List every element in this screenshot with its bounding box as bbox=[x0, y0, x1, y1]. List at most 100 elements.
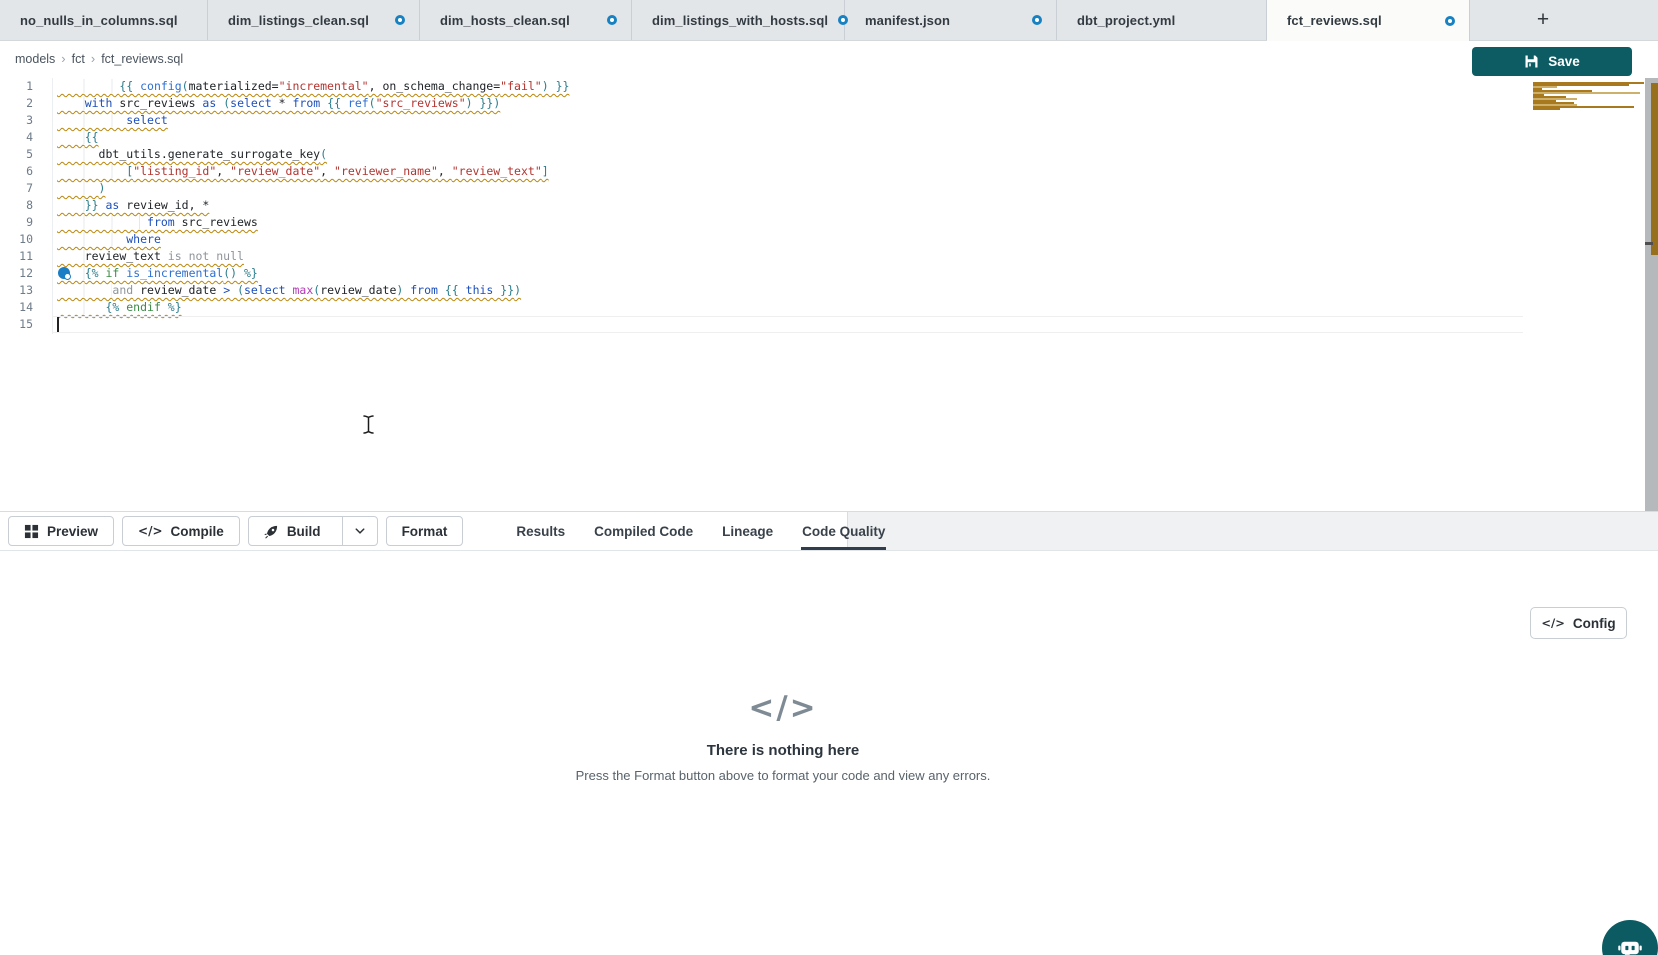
indent-whitespace bbox=[57, 215, 147, 229]
code-editor[interactable]: 1 {{ config(materialized="incremental", … bbox=[0, 78, 1658, 511]
compile-button-label: Compile bbox=[171, 524, 224, 539]
file-tab[interactable]: dim_listings_clean.sql bbox=[208, 0, 420, 40]
code-line-content: ) bbox=[57, 180, 105, 197]
code-token: }} bbox=[85, 198, 106, 212]
code-token: from bbox=[147, 215, 175, 229]
code-line-content: where bbox=[57, 231, 161, 248]
code-token: as bbox=[202, 96, 216, 110]
tab-lineage[interactable]: Lineage bbox=[721, 512, 774, 550]
preview-button[interactable]: Preview bbox=[8, 516, 114, 546]
file-tab-label: no_nulls_in_columns.sql bbox=[20, 13, 178, 28]
minimap[interactable] bbox=[1533, 82, 1645, 112]
code-token: ( bbox=[182, 79, 189, 93]
config-button[interactable]: </> Config bbox=[1530, 607, 1627, 639]
line-number: 9 bbox=[0, 214, 52, 231]
code-line: 2 with src_reviews as (select * from {{ … bbox=[0, 95, 1658, 112]
code-token: review_date bbox=[133, 283, 223, 297]
code-token: %} bbox=[161, 300, 182, 314]
line-number: 12 bbox=[0, 265, 52, 282]
code-line-content: {% endif %} bbox=[57, 299, 182, 316]
active-line-highlight bbox=[52, 316, 1523, 333]
file-tab[interactable]: dim_hosts_clean.sql bbox=[420, 0, 632, 40]
tab-compiled-code[interactable]: Compiled Code bbox=[593, 512, 694, 550]
build-button-label: Build bbox=[287, 524, 321, 539]
code-token: src_reviews bbox=[112, 96, 202, 110]
code-lines: 1 {{ config(materialized="incremental", … bbox=[0, 78, 1658, 333]
line-number: 6 bbox=[0, 163, 52, 180]
code-token: {{ bbox=[119, 79, 140, 93]
build-button-dropdown[interactable] bbox=[342, 517, 377, 545]
code-brackets-icon: </> bbox=[0, 690, 1566, 726]
line-number: 7 bbox=[0, 180, 52, 197]
code-token: review_text bbox=[85, 249, 168, 263]
code-token: is not null bbox=[168, 249, 244, 263]
code-token: ) bbox=[493, 96, 500, 110]
code-token: materialized= bbox=[189, 79, 279, 93]
line-number: 4 bbox=[0, 129, 52, 146]
scrollbar-thumb-edge bbox=[1645, 242, 1653, 245]
code-token: "src_reviews" bbox=[376, 96, 466, 110]
code-token: from bbox=[292, 96, 320, 110]
code-token: review_date bbox=[320, 283, 396, 297]
code-token: this bbox=[466, 283, 494, 297]
file-tab[interactable]: manifest.json bbox=[845, 0, 1057, 40]
code-token: "review_text" bbox=[452, 164, 542, 178]
build-button-main[interactable]: Build bbox=[249, 517, 334, 545]
code-token: if bbox=[105, 266, 119, 280]
code-line: 13 and review_date > (select max(review_… bbox=[0, 282, 1658, 299]
editor-scrollbar[interactable] bbox=[1645, 78, 1658, 511]
file-tab-label: dim_listings_clean.sql bbox=[228, 13, 369, 28]
code-token: dbt_utils.generate_surrogate_key bbox=[99, 147, 321, 161]
unsaved-changes-indicator bbox=[1445, 16, 1455, 26]
breadcrumb-segment[interactable]: fct bbox=[72, 52, 85, 66]
code-line: 7 ) bbox=[0, 180, 1658, 197]
dbt-cloud-ide: no_nulls_in_columns.sql dim_listings_clea… bbox=[0, 0, 1658, 955]
chevron-down-icon bbox=[354, 525, 366, 537]
breadcrumb-segment[interactable]: models bbox=[15, 52, 55, 66]
code-line: 3 select bbox=[0, 112, 1658, 129]
floppy-disk-icon bbox=[1524, 54, 1539, 69]
file-tab[interactable]: dbt_project.yml bbox=[1057, 0, 1267, 40]
code-token: select bbox=[244, 283, 286, 297]
code-token: ( bbox=[320, 147, 327, 161]
save-button[interactable]: Save bbox=[1472, 47, 1632, 76]
tab-results[interactable]: Results bbox=[515, 512, 566, 550]
line-number: 14 bbox=[0, 299, 52, 316]
code-token: src_reviews bbox=[175, 215, 258, 229]
code-token: ( bbox=[237, 283, 244, 297]
file-tab[interactable]: no_nulls_in_columns.sql bbox=[0, 0, 208, 40]
line-number: 5 bbox=[0, 146, 52, 163]
code-line: 5 dbt_utils.generate_surrogate_key( bbox=[0, 146, 1658, 163]
unsaved-changes-indicator bbox=[607, 15, 617, 25]
new-tab-button[interactable]: + bbox=[1530, 7, 1556, 33]
indent-whitespace bbox=[57, 147, 99, 161]
code-token: ) bbox=[466, 96, 473, 110]
format-button[interactable]: Format bbox=[386, 516, 464, 546]
robot-chat-icon bbox=[1615, 933, 1645, 955]
code-line-content: }} as review_id, * bbox=[57, 197, 209, 214]
code-line: 4 {{ bbox=[0, 129, 1658, 146]
indent-whitespace bbox=[57, 113, 126, 127]
build-button: Build bbox=[248, 516, 378, 546]
line-number: 2 bbox=[0, 95, 52, 112]
code-token: "incremental" bbox=[279, 79, 369, 93]
code-token: {% bbox=[85, 266, 106, 280]
quick-fix-icon[interactable] bbox=[58, 267, 70, 279]
file-tab[interactable]: dim_listings_with_hosts.sql bbox=[632, 0, 845, 40]
code-line: 14 {% endif %} bbox=[0, 299, 1658, 316]
breadcrumb: models›fct›fct_reviews.sql bbox=[15, 51, 183, 66]
code-token: %} bbox=[237, 266, 258, 280]
code-token: , on_schema_change= bbox=[369, 79, 501, 93]
code-line-content: from src_reviews bbox=[57, 214, 258, 231]
tab-code-quality[interactable]: Code Quality bbox=[801, 512, 886, 550]
code-token: endif bbox=[126, 300, 161, 314]
code-brackets-icon: </> bbox=[138, 524, 163, 538]
file-tab[interactable]: fct_reviews.sql bbox=[1267, 0, 1470, 41]
code-token: select bbox=[230, 96, 272, 110]
table-grid-icon bbox=[24, 524, 39, 539]
compile-button[interactable]: </> Compile bbox=[122, 516, 240, 546]
code-token: }} bbox=[493, 283, 514, 297]
line-number: 8 bbox=[0, 197, 52, 214]
code-token: , bbox=[438, 164, 452, 178]
code-token: ) bbox=[99, 181, 106, 195]
